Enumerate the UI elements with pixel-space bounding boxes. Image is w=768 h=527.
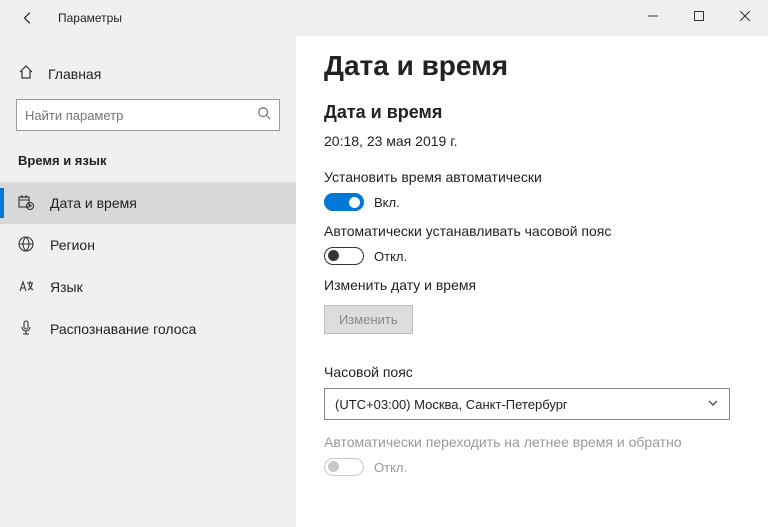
window-title: Параметры xyxy=(58,11,122,25)
category-label: Время и язык xyxy=(0,153,296,182)
auto-tz-toggle[interactable] xyxy=(324,247,364,265)
search-icon xyxy=(257,106,271,125)
nav-region[interactable]: Регион xyxy=(0,224,296,266)
titlebar: Параметры xyxy=(0,0,768,36)
nav-home[interactable]: Главная xyxy=(0,56,296,99)
nav-item-label: Регион xyxy=(50,237,95,253)
auto-tz-label: Автоматически устанавливать часовой пояс xyxy=(324,223,740,239)
back-button[interactable] xyxy=(14,4,42,32)
timezone-label: Часовой пояс xyxy=(324,364,740,380)
nav-item-label: Дата и время xyxy=(50,195,137,211)
auto-time-label: Установить время автоматически xyxy=(324,169,740,185)
minimize-button[interactable] xyxy=(630,0,676,32)
close-button[interactable] xyxy=(722,0,768,32)
window-controls xyxy=(630,0,768,32)
auto-time-toggle[interactable] xyxy=(324,193,364,211)
maximize-button[interactable] xyxy=(676,0,722,32)
current-datetime: 20:18, 23 мая 2019 г. xyxy=(324,133,740,149)
search-box[interactable] xyxy=(16,99,280,131)
calendar-clock-icon xyxy=(18,194,34,213)
globe-icon xyxy=(18,236,34,255)
search-input[interactable] xyxy=(25,108,257,123)
language-icon xyxy=(18,278,34,297)
dst-toggle xyxy=(324,458,364,476)
nav-item-label: Распознавание голоса xyxy=(50,321,196,337)
dst-state: Откл. xyxy=(374,460,407,475)
nav-date-time[interactable]: Дата и время xyxy=(0,182,296,224)
content: Дата и время Дата и время 20:18, 23 мая … xyxy=(296,36,768,527)
timezone-dropdown[interactable]: (UTC+03:00) Москва, Санкт-Петербург xyxy=(324,388,730,420)
dst-label: Автоматически переходить на летнее время… xyxy=(324,434,740,450)
nav-item-label: Язык xyxy=(50,279,83,295)
nav-language[interactable]: Язык xyxy=(0,266,296,308)
change-dt-button: Изменить xyxy=(324,305,413,334)
home-icon xyxy=(18,64,34,83)
sidebar: Главная Время и язык Дата и время Регион… xyxy=(0,36,296,527)
auto-tz-state: Откл. xyxy=(374,249,407,264)
chevron-down-icon xyxy=(707,397,719,412)
nav-home-label: Главная xyxy=(48,66,101,82)
page-title: Дата и время xyxy=(324,50,740,82)
timezone-value: (UTC+03:00) Москва, Санкт-Петербург xyxy=(335,397,568,412)
auto-time-state: Вкл. xyxy=(374,195,400,210)
microphone-icon xyxy=(18,320,34,339)
change-dt-label: Изменить дату и время xyxy=(324,277,740,293)
nav-speech[interactable]: Распознавание голоса xyxy=(0,308,296,350)
section-title: Дата и время xyxy=(324,102,740,123)
